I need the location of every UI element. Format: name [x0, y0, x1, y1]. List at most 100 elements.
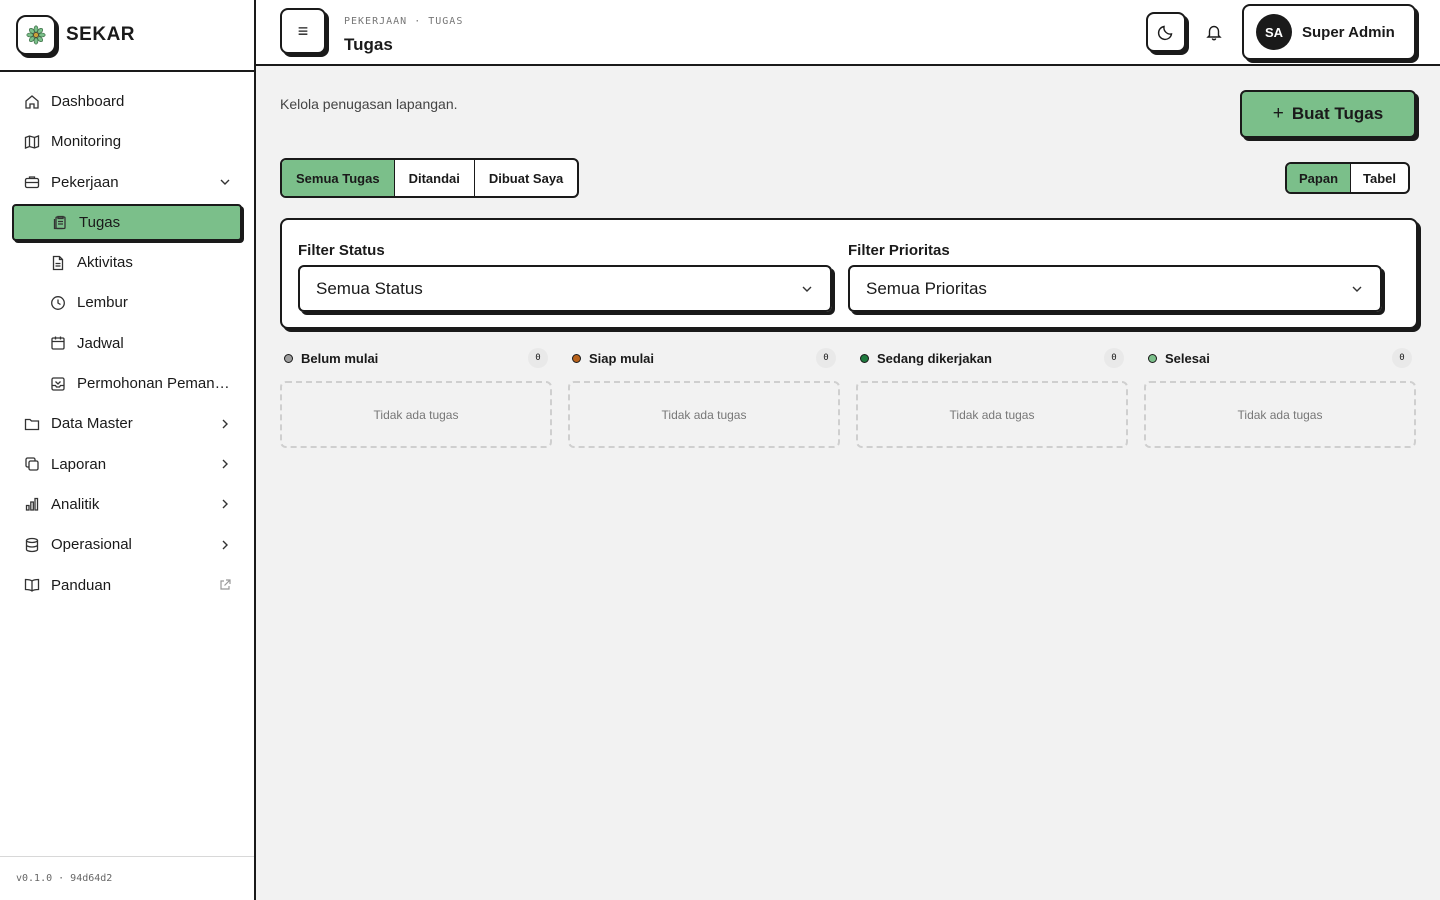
sidebar-item-panduan[interactable]: Panduan [12, 567, 242, 604]
bar-chart-icon [24, 496, 40, 512]
sidebar-item-label: Monitoring [51, 133, 122, 151]
tab-semua-tugas[interactable]: Semua Tugas [282, 160, 395, 196]
empty-state: Tidak ada tugas [856, 381, 1128, 448]
board-column-siap-mulai: Siap mulai 0 Tidak ada tugas [568, 346, 840, 448]
external-link-icon[interactable] [218, 578, 232, 592]
bell-icon [1205, 23, 1223, 41]
clipboard-icon [52, 214, 68, 230]
sidebar-item-label: Aktivitas [77, 254, 133, 272]
chevron-right-icon[interactable] [218, 538, 232, 552]
view-board-button[interactable]: Papan [1287, 164, 1352, 192]
sidebar-item-analitik[interactable]: Analitik [12, 486, 242, 523]
book-icon [24, 577, 40, 593]
create-task-button[interactable]: + Buat Tugas [1240, 90, 1416, 138]
column-title: Selesai [1165, 350, 1210, 366]
sidebar-item-permohonan[interactable]: Permohonan Pemang... [12, 365, 242, 402]
priority-select-value: Semua Prioritas [866, 278, 987, 298]
page-subtitle: Kelola penugasan lapangan. [280, 96, 458, 112]
avatar: SA [1256, 14, 1292, 50]
menu-toggle-button[interactable]: ≡ [280, 8, 326, 54]
column-header: Siap mulai 0 [568, 346, 840, 370]
sidebar-item-label: Dashboard [51, 93, 125, 110]
user-name: Super Admin [1302, 23, 1395, 41]
theme-toggle-button[interactable] [1146, 12, 1186, 52]
status-dot [572, 353, 581, 363]
sidebar-item-label: Pekerjaan [51, 173, 119, 191]
sidebar-item-label: Data Master [51, 415, 133, 433]
tab-ditandai[interactable]: Ditandai [395, 160, 475, 196]
status-dot [284, 353, 293, 363]
sidebar-item-laporan[interactable]: Laporan [12, 446, 242, 483]
tab-dibuat-saya[interactable]: Dibuat Saya [475, 160, 577, 196]
board-column-belum-mulai: Belum mulai 0 Tidak ada tugas [280, 346, 552, 448]
column-title: Sedang dikerjakan [877, 350, 992, 366]
status-dot [1148, 353, 1157, 363]
board-column-selesai: Selesai 0 Tidak ada tugas [1144, 346, 1416, 448]
chevron-right-icon[interactable] [218, 417, 232, 431]
status-select[interactable]: Semua Status [298, 265, 832, 312]
sidebar-item-data-master[interactable]: Data Master [12, 405, 242, 442]
plus-icon: + [1272, 103, 1284, 124]
inbox-icon [50, 376, 66, 392]
briefcase-icon [24, 174, 40, 190]
page-title: Tugas [344, 35, 393, 54]
task-tabs: Semua Tugas Ditandai Dibuat Saya [280, 158, 580, 198]
sidebar-item-label: Panduan [51, 576, 112, 594]
empty-state: Tidak ada tugas [1144, 381, 1416, 448]
status-select-value: Semua Status [316, 278, 423, 298]
sidebar-item-jadwal[interactable]: Jadwal [12, 325, 242, 362]
status-filter-label: Filter Status [298, 242, 385, 259]
folder-icon [24, 416, 40, 432]
sidebar-item-label: Lembur [77, 294, 128, 312]
view-table-button[interactable]: Tabel [1351, 164, 1408, 192]
status-filter: Filter Status Semua Status [298, 242, 832, 312]
chevron-down-icon[interactable] [218, 175, 232, 189]
column-header: Sedang dikerjakan 0 [856, 346, 1128, 370]
column-title: Belum mulai [301, 350, 379, 366]
sidebar-nav: Dashboard Monitoring Pekerjaan Tugas Akt… [12, 83, 242, 607]
brand: SEKAR [0, 0, 254, 72]
top-header: ≡ PEKERJAAN · TUGAS Tugas SA Super Admin [256, 0, 1440, 66]
view-toggle: Papan Tabel [1285, 162, 1411, 194]
sidebar-item-label: Jadwal [77, 334, 124, 352]
calendar-icon [50, 335, 66, 351]
chevron-right-icon[interactable] [218, 457, 232, 471]
database-icon [24, 537, 40, 553]
map-icon [24, 134, 40, 150]
moon-icon [1157, 23, 1175, 41]
sidebar-item-aktivitas[interactable]: Aktivitas [12, 244, 242, 281]
sidebar-item-monitoring[interactable]: Monitoring [12, 123, 242, 160]
brand-name: SEKAR [66, 24, 136, 45]
sidebar-item-lembur[interactable]: Lembur [12, 284, 242, 321]
chevron-right-icon[interactable] [218, 497, 232, 511]
sidebar-item-dashboard[interactable]: Dashboard [12, 83, 242, 120]
priority-filter-label: Filter Prioritas [848, 242, 950, 259]
empty-state: Tidak ada tugas [568, 381, 840, 448]
sidebar-item-label: Operasional [51, 536, 132, 554]
sidebar: SEKAR Dashboard Monitoring Pekerjaan Tug… [0, 0, 256, 900]
sidebar-item-label: Laporan [51, 455, 107, 473]
status-dot [860, 353, 869, 363]
column-header: Belum mulai 0 [280, 346, 552, 370]
breadcrumb: PEKERJAAN · TUGAS [344, 16, 464, 27]
notifications-button[interactable] [1200, 18, 1228, 46]
sidebar-item-pekerjaan[interactable]: Pekerjaan [12, 164, 242, 201]
chevron-down-icon [1350, 282, 1364, 296]
clock-icon [50, 295, 66, 311]
column-count: 0 [528, 348, 548, 368]
create-task-label: Buat Tugas [1291, 104, 1384, 123]
column-title: Siap mulai [589, 350, 655, 366]
sidebar-item-operasional[interactable]: Operasional [12, 526, 242, 563]
logo-flower-icon[interactable] [16, 15, 56, 55]
copy-icon [24, 456, 40, 472]
chevron-down-icon [800, 282, 814, 296]
sidebar-item-tugas[interactable]: Tugas [12, 203, 242, 241]
board-column-sedang-dikerjakan: Sedang dikerjakan 0 Tidak ada tugas [856, 346, 1128, 448]
column-count: 0 [816, 348, 836, 368]
user-menu-button[interactable]: SA Super Admin [1242, 4, 1416, 60]
column-header: Selesai 0 [1144, 346, 1416, 370]
priority-select[interactable]: Semua Prioritas [848, 265, 1382, 312]
sidebar-item-label: Permohonan Pemang... [77, 375, 232, 393]
hamburger-icon: ≡ [297, 20, 309, 41]
file-icon [50, 255, 66, 271]
